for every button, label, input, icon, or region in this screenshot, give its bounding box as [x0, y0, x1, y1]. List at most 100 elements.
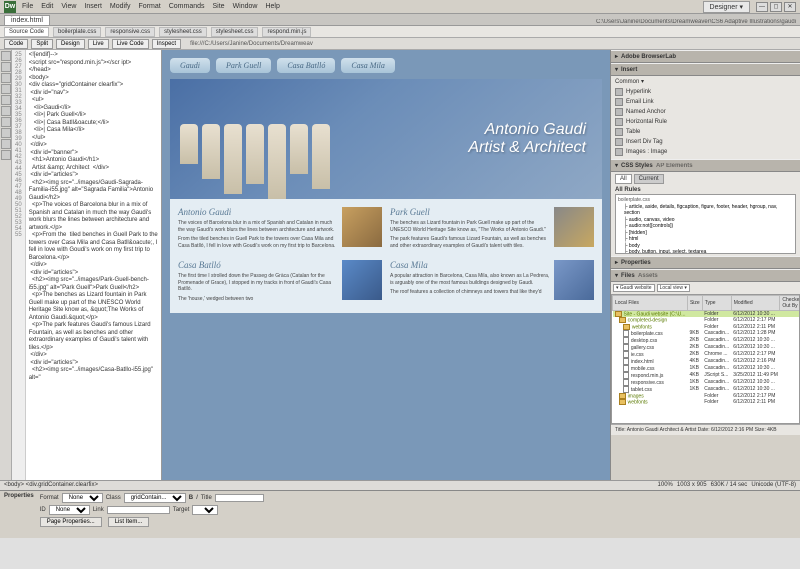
- target-select[interactable]: [192, 505, 218, 515]
- thumb-batllo: [342, 260, 382, 300]
- menu-site[interactable]: Site: [213, 3, 225, 10]
- insert-item[interactable]: Hyperlink: [615, 87, 796, 97]
- tool-icon[interactable]: [1, 106, 11, 116]
- insert-item[interactable]: Email Link: [615, 97, 796, 107]
- view-split[interactable]: Split: [31, 39, 53, 49]
- css-mode-all[interactable]: All: [615, 174, 632, 184]
- files-table[interactable]: Local FilesSizeTypeModifiedChecked Out B…: [611, 294, 800, 424]
- view-livecode[interactable]: Live Code: [112, 39, 149, 49]
- related-responsive[interactable]: responsive.css: [105, 27, 155, 37]
- nav-park[interactable]: Park Guell: [216, 58, 271, 73]
- insert-icon: [615, 98, 623, 106]
- tool-icon[interactable]: [1, 51, 11, 61]
- close-button[interactable]: ✕: [784, 2, 796, 12]
- related-respond[interactable]: respond.min.js: [262, 27, 311, 37]
- tool-icon[interactable]: [1, 84, 11, 94]
- bold-button[interactable]: B: [189, 495, 193, 501]
- file-row[interactable]: responsive.css1KBCascadin...6/12/2012 10…: [613, 379, 800, 386]
- menu-window[interactable]: Window: [233, 3, 258, 10]
- file-row[interactable]: Site - Gaudi website (C:\U...Folder6/12/…: [613, 311, 800, 318]
- panel-files-header[interactable]: Files Assets: [611, 269, 800, 282]
- file-row[interactable]: desktop.css2KBCascadin...6/12/2012 10:30…: [613, 337, 800, 344]
- thumb-park: [554, 207, 594, 247]
- title-input[interactable]: [215, 494, 264, 502]
- file-row[interactable]: boilerplate.css9KBCascadin...6/12/2012 1…: [613, 330, 800, 337]
- link-input[interactable]: [107, 506, 170, 514]
- view-live[interactable]: Live: [88, 39, 109, 49]
- insert-item[interactable]: Images : Image: [615, 147, 796, 157]
- tool-icon[interactable]: [1, 150, 11, 160]
- file-row[interactable]: ie.css2KBChrome ...6/12/2012 2:17 PM: [613, 351, 800, 358]
- design-view[interactable]: Gaudi Park Guell Casa Batlló Casa Mila A…: [162, 50, 610, 480]
- file-row[interactable]: mobile.css1KBCascadin...6/12/2012 10:30 …: [613, 365, 800, 372]
- address-field[interactable]: file:///C:/Users/Janine/Documents/Dreamw…: [190, 41, 313, 47]
- tool-icon[interactable]: [1, 117, 11, 127]
- nav-batllo[interactable]: Casa Batlló: [277, 58, 335, 73]
- tag-selector[interactable]: <body> <div.gridContainer.clearfix> 100%…: [0, 480, 800, 490]
- property-inspector: Properties FormatNone ClassgridContain..…: [0, 490, 800, 538]
- props-heading: Properties: [4, 493, 34, 536]
- site-dropdown[interactable]: ▾ Gaudi website: [613, 284, 655, 292]
- panel-css-header[interactable]: CSS Styles AP Elements: [611, 159, 800, 172]
- zoom-level[interactable]: 100%: [658, 482, 673, 489]
- nav-gaudi[interactable]: Gaudi: [170, 58, 210, 73]
- article-park: Park GuellThe benches as Lizard fountain…: [390, 207, 594, 252]
- file-row[interactable]: completed-designFolder6/12/2012 2:17 PM: [613, 317, 800, 323]
- menu-modify[interactable]: Modify: [110, 3, 131, 10]
- insert-item[interactable]: Horizontal Rule: [615, 117, 796, 127]
- file-row[interactable]: tablet.css1KBCascadin...6/12/2012 10:30 …: [613, 386, 800, 393]
- panel-properties-header[interactable]: Properties: [611, 256, 800, 269]
- insert-category[interactable]: Common: [615, 79, 639, 85]
- view-code[interactable]: Code: [4, 39, 28, 49]
- format-select[interactable]: None: [62, 493, 103, 503]
- tool-icon[interactable]: [1, 73, 11, 83]
- tool-icon[interactable]: [1, 95, 11, 105]
- id-select[interactable]: None: [49, 505, 90, 515]
- page-properties-button[interactable]: Page Properties...: [40, 517, 102, 527]
- insert-item[interactable]: Table: [615, 127, 796, 137]
- file-row[interactable]: index.html4KBCascadin...6/12/2012 2:16 P…: [613, 358, 800, 365]
- file-row[interactable]: webfontsFolder6/12/2012 2:11 PM: [613, 399, 800, 405]
- list-item-button[interactable]: List Item...: [108, 517, 150, 527]
- view-inspect[interactable]: Inspect: [152, 39, 181, 49]
- menu-commands[interactable]: Commands: [169, 3, 205, 10]
- nav-mila[interactable]: Casa Mila: [341, 58, 395, 73]
- related-stylesheet2[interactable]: stylesheet.css: [211, 27, 259, 37]
- window-size[interactable]: 1003 x 905: [677, 482, 707, 489]
- doc-tab-index[interactable]: index.html: [4, 15, 50, 25]
- tool-icon[interactable]: [1, 62, 11, 72]
- minimize-button[interactable]: —: [756, 2, 768, 12]
- tool-icon[interactable]: [1, 139, 11, 149]
- class-select[interactable]: gridContain...: [124, 493, 186, 503]
- file-row[interactable]: gallery.css2KBCascadin...6/12/2012 10:30…: [613, 344, 800, 351]
- workspace-switcher[interactable]: Designer ▾: [703, 1, 750, 13]
- tool-icon[interactable]: [1, 128, 11, 138]
- code-content[interactable]: <![endif]--> <script src="respond.min.js…: [26, 50, 161, 480]
- panel-browserlab[interactable]: Adobe BrowserLab: [611, 50, 800, 63]
- menu-edit[interactable]: Edit: [41, 3, 53, 10]
- page-weight: 630K / 14 sec: [711, 482, 748, 489]
- hero-image: [180, 124, 330, 199]
- panel-insert-header[interactable]: Insert: [611, 63, 800, 76]
- code-view[interactable]: 2526272829303132333435363738394041424344…: [12, 50, 162, 480]
- insert-item[interactable]: Insert Div Tag: [615, 137, 796, 147]
- menu-insert[interactable]: Insert: [84, 3, 102, 10]
- css-rules-list[interactable]: boilerplate.css├ article, aside, details…: [615, 194, 796, 254]
- view-design[interactable]: Design: [56, 39, 85, 49]
- maximize-button[interactable]: ◻: [770, 2, 782, 12]
- file-row[interactable]: respond.min.js4KBJScript S...3/25/2012 1…: [613, 372, 800, 379]
- related-boilerplate[interactable]: boilerplate.css: [53, 27, 101, 37]
- insert-item[interactable]: Named Anchor: [615, 107, 796, 117]
- css-mode-current[interactable]: Current: [634, 174, 664, 184]
- site-nav: Gaudi Park Guell Casa Batlló Casa Mila: [170, 58, 602, 73]
- related-source[interactable]: Source Code: [4, 27, 49, 37]
- view-dropdown[interactable]: Local view ▾: [657, 284, 690, 292]
- menu-format[interactable]: Format: [139, 3, 161, 10]
- menu-file[interactable]: File: [22, 3, 33, 10]
- view-toolbar: Code Split Design Live Live Code Inspect…: [0, 38, 800, 50]
- italic-button[interactable]: I: [196, 495, 198, 501]
- encoding[interactable]: Unicode (UTF-8): [751, 482, 796, 489]
- related-stylesheet1[interactable]: stylesheet.css: [159, 27, 207, 37]
- menu-view[interactable]: View: [61, 3, 76, 10]
- menu-help[interactable]: Help: [265, 3, 279, 10]
